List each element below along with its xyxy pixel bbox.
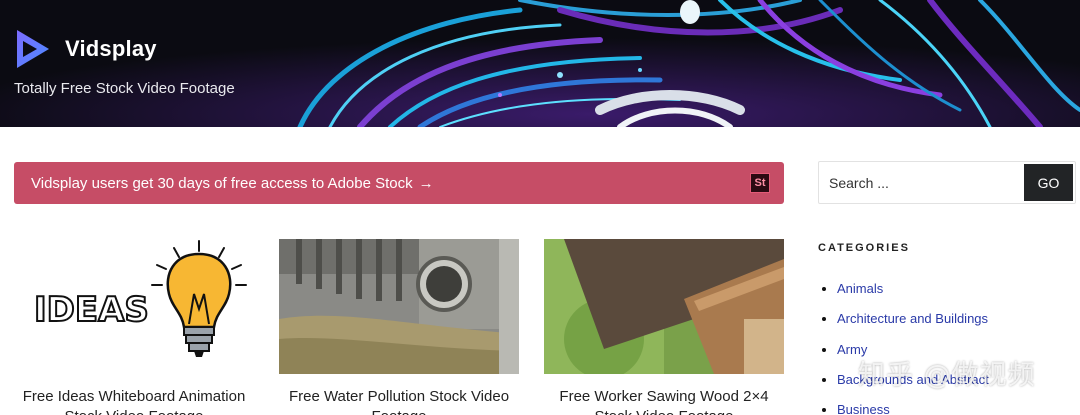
post-thumbnail[interactable]: IDEAS <box>14 239 254 374</box>
post-card[interactable]: IDEAS Free Ideas Whiteboard Animation St… <box>14 239 254 415</box>
post-title[interactable]: Free Ideas Whiteboard Animation Stock Vi… <box>14 387 254 415</box>
post-title[interactable]: Free Water Pollution Stock Video Footage <box>279 387 519 415</box>
category-link[interactable]: Business <box>837 402 890 415</box>
site-name: Vidsplay <box>65 36 157 61</box>
header-abstract-art <box>0 0 1080 127</box>
post-thumbnail[interactable] <box>544 239 784 374</box>
categories-heading: CATEGORIES <box>818 242 910 254</box>
worker-sawing-wood-image <box>544 239 784 374</box>
category-item: Animals <box>822 281 989 311</box>
ideas-lightbulb-image: IDEAS <box>33 240 247 357</box>
brand[interactable]: Vidsplay <box>13 27 157 71</box>
ideas-image-text: IDEAS <box>34 290 149 330</box>
post-card[interactable]: Free Worker Sawing Wood 2×4 Stock Video … <box>544 239 784 415</box>
search-input[interactable] <box>819 162 1024 203</box>
bullet-icon <box>822 347 826 352</box>
post-title[interactable]: Free Worker Sawing Wood 2×4 Stock Video … <box>544 387 784 415</box>
water-pollution-image <box>279 239 519 374</box>
bullet-icon <box>822 287 826 291</box>
bullet-icon <box>822 408 826 413</box>
category-link[interactable]: Architecture and Buildings <box>837 311 988 326</box>
category-link[interactable]: Army <box>837 342 867 357</box>
arrow-right-icon: → <box>418 174 434 192</box>
category-item: Backgrounds and Abstract <box>822 372 989 402</box>
adobe-stock-logo-icon: St <box>750 173 770 193</box>
post-card[interactable]: Free Water Pollution Stock Video Footage <box>279 239 519 415</box>
adobe-stock-promo-banner[interactable]: Vidsplay users get 30 days of free acces… <box>14 162 784 204</box>
categories-list: Animals Architecture and Buildings Army … <box>822 281 989 415</box>
category-item: Army <box>822 342 989 372</box>
category-item: Architecture and Buildings <box>822 311 989 341</box>
category-link[interactable]: Backgrounds and Abstract <box>837 372 989 387</box>
category-link[interactable]: Animals <box>837 281 883 296</box>
play-logo-icon <box>17 30 49 68</box>
promo-text: Vidsplay users get 30 days of free acces… <box>31 174 413 192</box>
search-go-button[interactable]: GO <box>1024 164 1073 201</box>
site-header: Vidsplay Totally Free Stock Video Footag… <box>0 0 1080 127</box>
post-thumbnail[interactable] <box>279 239 519 374</box>
bullet-icon <box>822 377 826 382</box>
search-form: GO <box>818 161 1076 204</box>
site-tagline: Totally Free Stock Video Footage <box>14 80 235 97</box>
bullet-icon <box>822 317 826 322</box>
category-item: Business <box>822 402 989 415</box>
